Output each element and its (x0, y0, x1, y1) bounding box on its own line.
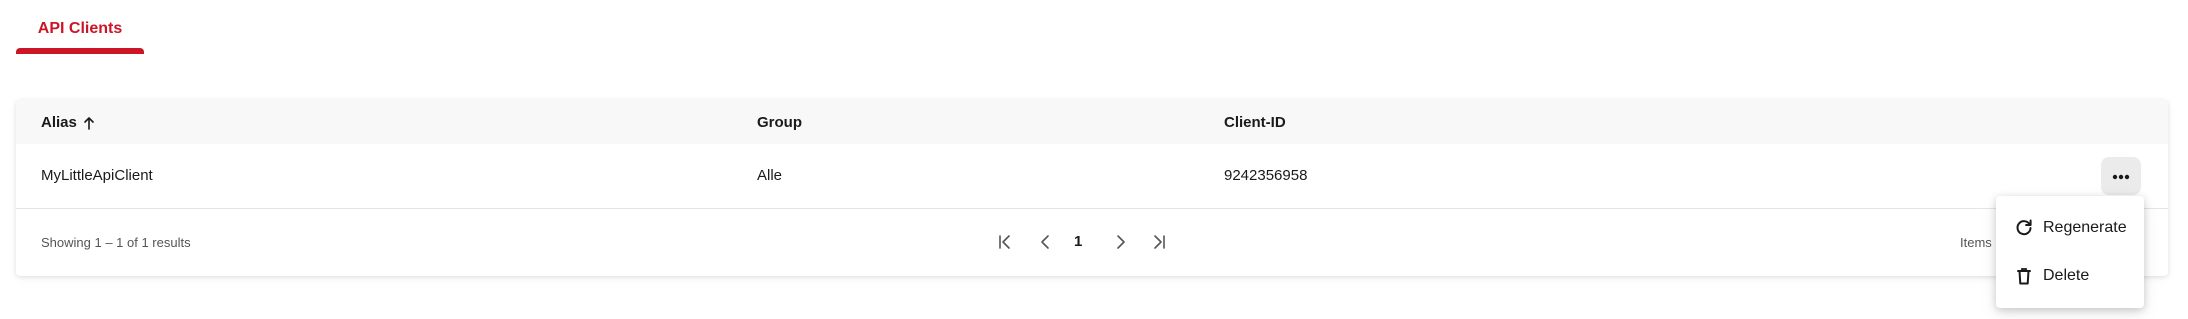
column-header-group[interactable]: Group (757, 114, 802, 131)
next-page-icon[interactable] (1111, 230, 1129, 254)
api-clients-table-card: Alias Group Client-ID MyLittleApiClient … (16, 100, 2168, 276)
menu-item-label: Delete (2043, 267, 2090, 284)
column-header-label: Client-ID (1224, 114, 1286, 131)
previous-page-icon[interactable] (1037, 230, 1055, 254)
trash-icon (2014, 266, 2034, 286)
current-page-number[interactable]: 1 (1074, 233, 1082, 250)
tab-label: API Clients (37, 20, 123, 37)
active-tab-indicator (16, 48, 144, 54)
range-label: Showing 1 – 1 of 1 results (41, 235, 191, 250)
cell-client-id: 9242356958 (1224, 167, 1308, 184)
last-page-icon[interactable] (1150, 230, 1168, 254)
column-header-client-id[interactable]: Client-ID (1224, 114, 1286, 131)
menu-item-delete[interactable]: Delete (1996, 252, 2144, 300)
column-header-label: Group (757, 114, 802, 131)
first-page-icon[interactable] (996, 230, 1014, 254)
column-header-label: Alias (41, 114, 77, 131)
cell-alias: MyLittleApiClient (41, 167, 153, 184)
row-actions-button[interactable] (2101, 157, 2141, 195)
cell-group: Alle (757, 167, 783, 184)
column-header-alias[interactable]: Alias (41, 114, 95, 131)
table-header: Alias Group Client-ID (16, 100, 2168, 144)
tab-api-clients[interactable]: API Clients (16, 0, 144, 56)
menu-item-label: Regenerate (2043, 219, 2127, 236)
arrow-up-icon (83, 116, 95, 130)
table-row[interactable]: MyLittleApiClient Alle 9242356958 (16, 144, 2168, 209)
paginator: Showing 1 – 1 of 1 results 1 Items p (16, 208, 2168, 276)
menu-item-regenerate[interactable]: Regenerate (1996, 204, 2144, 252)
row-actions-menu: Regenerate Delete (1996, 196, 2144, 308)
refresh-icon (2014, 218, 2034, 238)
more-horizontal-icon (2112, 167, 2130, 185)
